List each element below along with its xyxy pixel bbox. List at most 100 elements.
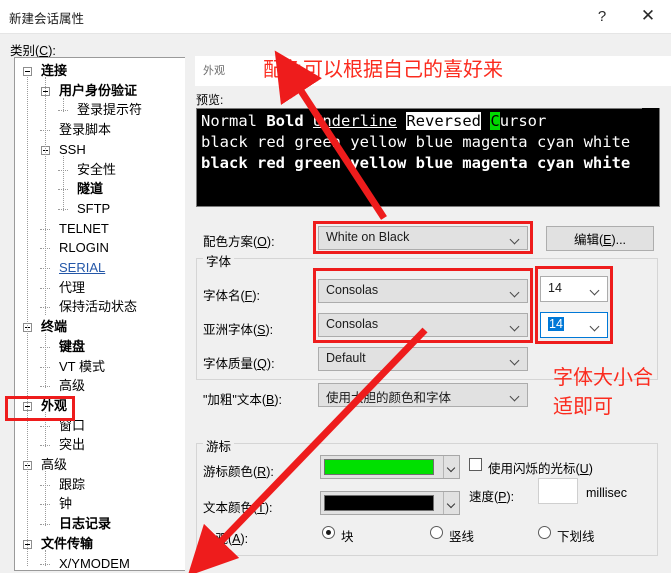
cursor-shape-underline-radio[interactable] (538, 526, 551, 539)
font-size-secondary-combo[interactable]: 14 (540, 312, 608, 338)
font-quality-label: 字体质量(Q): (203, 357, 275, 371)
font-size-primary-combo[interactable]: 14 (540, 276, 608, 302)
tree-item-登录脚本[interactable]: 登录脚本 (59, 123, 111, 137)
tree-item-连接[interactable]: 连接 (41, 64, 67, 78)
cursor-shape-block-radio[interactable] (322, 526, 335, 539)
font-name-combo[interactable]: Consolas (318, 279, 528, 303)
tree-item-用户身份验证[interactable]: 用户身份验证 (59, 83, 137, 98)
font-name-value: Consolas (326, 283, 379, 297)
bold-text-combo[interactable]: 使用大胆的颜色和字体 (318, 383, 528, 407)
tree-guide-advanced (45, 470, 47, 527)
cursor-shape-block-label: 块 (341, 530, 354, 544)
font-quality-value: Default (326, 351, 366, 365)
chevron-down-icon (591, 286, 599, 294)
chevron-down-icon (511, 356, 519, 364)
tree-expander-0[interactable] (23, 67, 32, 76)
tree-item-SERIAL[interactable]: SERIAL (59, 261, 105, 275)
preview-normal: Normal (201, 112, 267, 130)
chevron-down-icon[interactable] (443, 456, 459, 478)
font-size-primary-value: 14 (548, 281, 562, 295)
chevron-down-icon[interactable] (443, 492, 459, 514)
tree-item-安全性[interactable]: 安全性 (77, 162, 116, 177)
cursor-shape-underline-label: 下划线 (557, 530, 595, 544)
bold-text-label: "加粗"文本(B): (203, 393, 283, 407)
speed-unit-label: millisec (586, 486, 627, 500)
tree-item-隧道[interactable]: 隧道 (77, 182, 103, 196)
font-quality-combo[interactable]: Default (318, 347, 528, 371)
tree-guide-root (27, 77, 29, 566)
tree-guide-terminal (45, 332, 47, 389)
preview-cursor-rest: ursor (499, 112, 547, 130)
scheme-value: White on Black (326, 230, 410, 244)
annotation-color-note: 配色可以根据自己的喜好来 (263, 57, 503, 81)
edit-scheme-button[interactable]: 编辑(E)... (546, 226, 654, 251)
font-size-secondary-value: 14 (548, 317, 564, 331)
tree-guide-auth (63, 98, 65, 113)
chevron-down-icon (511, 392, 519, 400)
scheme-label: 配色方案(O): (203, 235, 275, 249)
terminal-preview: Normal Bold Underline Reversed Cursor bl… (196, 108, 660, 207)
text-color-swatch (324, 495, 434, 511)
tree-item-突出[interactable]: 突出 (59, 438, 85, 452)
chevron-down-icon (511, 235, 519, 243)
scheme-combo[interactable]: White on Black (318, 226, 528, 250)
category-tree[interactable]: 连接 用户身份验证 登录提示符 登录脚本 SSH 安全性 隧道 SFTP TELNET RLOGI… (14, 57, 185, 571)
tree-item-文件传输[interactable]: 文件传输 (41, 536, 93, 551)
tree-item-代理[interactable]: 代理 (59, 280, 85, 295)
preview-line-colors-bold: black red green yellow blue magenta cyan… (201, 154, 631, 172)
asian-font-label: 亚洲字体(S): (203, 323, 274, 337)
close-button[interactable]: ✕ (625, 0, 671, 32)
preview-reversed: Reversed (406, 112, 481, 130)
window-title: 新建会话属性 (9, 12, 85, 26)
cursor-color-picker[interactable] (320, 455, 460, 479)
tree-item-高级[interactable]: 高级 (59, 379, 85, 393)
cursor-appearance-label: 外观(A): (203, 532, 249, 546)
tree-left-gutter (0, 57, 13, 569)
tree-item-VT 模式[interactable]: VT 模式 (59, 359, 105, 374)
chevron-down-icon (511, 322, 519, 330)
tree-item-跟踪[interactable]: 跟踪 (59, 477, 85, 492)
chevron-down-icon (591, 322, 599, 330)
preview-scrollbar[interactable] (642, 108, 659, 205)
tree-item-保持活动状态[interactable]: 保持活动状态 (59, 300, 137, 314)
tree-item-SFTP[interactable]: SFTP (77, 201, 110, 216)
cursor-group-title: 游标 (203, 436, 235, 455)
annotation-font-note-1: 字体大小合 (553, 365, 653, 389)
preview-space-1 (304, 112, 313, 130)
tree-item-键盘[interactable]: 键盘 (59, 339, 85, 354)
bold-text-value: 使用大胆的颜色和字体 (326, 391, 452, 405)
tree-item-钟[interactable]: 钟 (59, 497, 72, 511)
edit-scheme-label: 编辑(E)... (573, 233, 627, 247)
tree-item-登录提示符[interactable]: 登录提示符 (77, 103, 142, 117)
font-name-label: 字体名(F): (203, 289, 260, 303)
cursor-shape-vline-label: 竖线 (449, 530, 475, 544)
speed-input[interactable] (538, 478, 578, 504)
cursor-shape-vline-radio[interactable] (430, 526, 443, 539)
asian-font-combo[interactable]: Consolas (318, 313, 528, 337)
annotation-font-note-2: 适即可 (553, 394, 613, 418)
text-color-picker[interactable] (320, 491, 460, 515)
tab-appearance[interactable]: 外观 (203, 62, 225, 78)
help-button[interactable]: ? (579, 0, 625, 32)
tree-guide-filetransfer (45, 549, 47, 566)
preview-label: 预览: (196, 93, 224, 107)
preview-line-styles: Normal Bold Underline Reversed Cursor (201, 112, 546, 130)
text-color-label: 文本颜色(T): (203, 501, 273, 515)
speed-label: 速度(P): (469, 490, 515, 504)
font-group-title: 字体 (203, 251, 235, 270)
blink-cursor-checkbox[interactable] (469, 458, 482, 471)
tree-item-窗口[interactable]: 窗口 (59, 418, 85, 433)
tree-guide-ssh (63, 155, 65, 211)
tree-item-X/YMODEM[interactable]: X/YMODEM (59, 556, 130, 570)
cursor-color-swatch (324, 459, 434, 475)
tree-guide-appearance (45, 411, 47, 448)
tree-item-TELNET[interactable]: TELNET (59, 221, 109, 236)
preview-space-2 (397, 112, 406, 130)
tree-item-日志记录[interactable]: 日志记录 (59, 517, 111, 531)
cursor-color-label: 游标颜色(R): (203, 465, 274, 479)
asian-font-value: Consolas (326, 317, 379, 331)
preview-space-3 (481, 112, 490, 130)
preview-line-colors-normal: black red green yellow blue magenta cyan… (201, 133, 631, 151)
tree-item-RLOGIN[interactable]: RLOGIN (59, 241, 109, 255)
preview-cursor-block: C (490, 112, 500, 130)
